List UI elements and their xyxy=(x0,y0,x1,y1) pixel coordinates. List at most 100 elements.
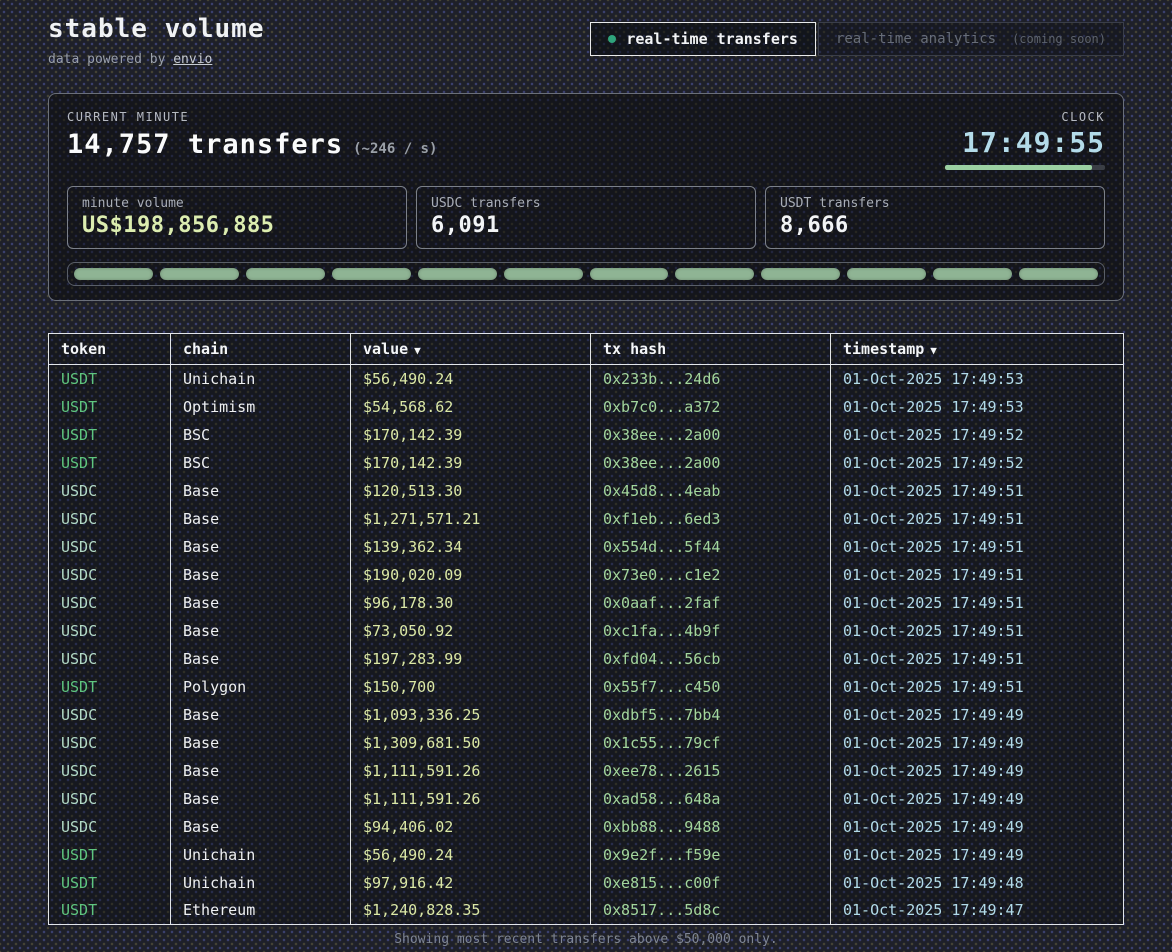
activity-segment xyxy=(1019,268,1098,280)
tx-hash-link[interactable]: 0x38ee...2a00 xyxy=(591,449,831,477)
value-cell: $120,513.30 xyxy=(351,477,591,505)
value-cell: $1,309,681.50 xyxy=(351,729,591,757)
envio-link[interactable]: envio xyxy=(173,52,212,67)
token-cell: USDC xyxy=(49,701,171,729)
token-cell: USDC xyxy=(49,645,171,673)
tx-hash-link[interactable]: 0x73e0...c1e2 xyxy=(591,561,831,589)
timestamp-cell: 01-Oct-2025 17:49:49 xyxy=(831,813,1124,841)
activity-segment xyxy=(590,268,669,280)
tx-hash-link[interactable]: 0x8517...5d8c xyxy=(591,897,831,925)
tx-hash-link[interactable]: 0x1c55...79cf xyxy=(591,729,831,757)
timestamp-cell: 01-Oct-2025 17:49:48 xyxy=(831,869,1124,897)
chain-cell: Base xyxy=(171,785,351,813)
table-row: USDT Unichain $56,490.24 0x233b...24d6 0… xyxy=(49,365,1124,393)
value-cell: $1,093,336.25 xyxy=(351,701,591,729)
column-header-chain: chain xyxy=(171,334,351,365)
timestamp-cell: 01-Oct-2025 17:49:49 xyxy=(831,729,1124,757)
table-row: USDT Unichain $97,916.42 0xe815...c00f 0… xyxy=(49,869,1124,897)
value-cell: $97,916.42 xyxy=(351,869,591,897)
table-row: USDT BSC $170,142.39 0x38ee...2a00 01-Oc… xyxy=(49,449,1124,477)
tx-hash-link[interactable]: 0x45d8...4eab xyxy=(591,477,831,505)
token-cell: USDC xyxy=(49,589,171,617)
table-row: USDT Unichain $56,490.24 0x9e2f...f59e 0… xyxy=(49,841,1124,869)
activity-segment xyxy=(847,268,926,280)
tx-hash-link[interactable]: 0x233b...24d6 xyxy=(591,365,831,393)
tx-hash-link[interactable]: 0xf1eb...6ed3 xyxy=(591,505,831,533)
table-row: USDT Optimism $54,568.62 0xb7c0...a372 0… xyxy=(49,393,1124,421)
value-cell: $150,700 xyxy=(351,673,591,701)
token-cell: USDC xyxy=(49,561,171,589)
column-header-token: token xyxy=(49,334,171,365)
activity-segment xyxy=(933,268,1012,280)
transfers-table-body: USDT Unichain $56,490.24 0x233b...24d6 0… xyxy=(49,365,1124,925)
token-cell: USDT xyxy=(49,869,171,897)
tx-hash-link[interactable]: 0x55f7...c450 xyxy=(591,673,831,701)
column-header-timestamp[interactable]: timestamp▼ xyxy=(831,334,1124,365)
chain-cell: Unichain xyxy=(171,869,351,897)
clock-block: CLOCK 17:49:55 xyxy=(945,110,1105,170)
timestamp-cell: 01-Oct-2025 17:49:49 xyxy=(831,785,1124,813)
column-header-value[interactable]: value▼ xyxy=(351,334,591,365)
page-title: stable volume xyxy=(48,14,265,44)
tx-hash-link[interactable]: 0xfd04...56cb xyxy=(591,645,831,673)
tx-hash-link[interactable]: 0xad58...648a xyxy=(591,785,831,813)
table-row: USDC Base $1,271,571.21 0xf1eb...6ed3 01… xyxy=(49,505,1124,533)
tab-real-time-analytics[interactable]: real-time analytics (coming soon) xyxy=(818,22,1124,56)
timestamp-cell: 01-Oct-2025 17:49:51 xyxy=(831,477,1124,505)
chain-cell: Base xyxy=(171,645,351,673)
token-cell: USDT xyxy=(49,393,171,421)
table-row: USDC Base $73,050.92 0xc1fa...4b9f 01-Oc… xyxy=(49,617,1124,645)
activity-segment xyxy=(332,268,411,280)
table-row: USDC Base $96,178.30 0x0aaf...2faf 01-Oc… xyxy=(49,589,1124,617)
clock-progress-fill xyxy=(945,165,1092,170)
token-cell: USDC xyxy=(49,813,171,841)
chain-cell: Base xyxy=(171,533,351,561)
tx-hash-link[interactable]: 0xbb88...9488 xyxy=(591,813,831,841)
clock-label: CLOCK xyxy=(945,110,1105,124)
table-row: USDC Base $190,020.09 0x73e0...c1e2 01-O… xyxy=(49,561,1124,589)
table-row: USDC Base $120,513.30 0x45d8...4eab 01-O… xyxy=(49,477,1124,505)
table-header-row: token chain value▼ tx hash timestamp▼ xyxy=(49,334,1124,365)
chain-cell: Base xyxy=(171,561,351,589)
tx-hash-link[interactable]: 0xb7c0...a372 xyxy=(591,393,831,421)
activity-segment xyxy=(74,268,153,280)
value-cell: $190,020.09 xyxy=(351,561,591,589)
token-cell: USDC xyxy=(49,617,171,645)
tx-hash-link[interactable]: 0xee78...2615 xyxy=(591,757,831,785)
timestamp-cell: 01-Oct-2025 17:49:51 xyxy=(831,533,1124,561)
table-row: USDT Ethereum $1,240,828.35 0x8517...5d8… xyxy=(49,897,1124,925)
clock-time: 17:49:55 xyxy=(945,126,1105,159)
transfers-table-section: token chain value▼ tx hash timestamp▼ US… xyxy=(48,333,1124,925)
transfers-summary: CURRENT MINUTE 14,757 transfers (~246 / … xyxy=(67,110,437,160)
current-minute-panel: CURRENT MINUTE 14,757 transfers (~246 / … xyxy=(48,93,1124,301)
timestamp-cell: 01-Oct-2025 17:49:52 xyxy=(831,449,1124,477)
timestamp-cell: 01-Oct-2025 17:49:47 xyxy=(831,897,1124,925)
tx-hash-link[interactable]: 0x38ee...2a00 xyxy=(591,421,831,449)
chain-cell: Unichain xyxy=(171,841,351,869)
tx-hash-link[interactable]: 0xe815...c00f xyxy=(591,869,831,897)
stat-label: minute volume xyxy=(82,196,392,211)
table-row: USDT Polygon $150,700 0x55f7...c450 01-O… xyxy=(49,673,1124,701)
chain-cell: Base xyxy=(171,505,351,533)
chain-cell: Base xyxy=(171,477,351,505)
sort-desc-icon: ▼ xyxy=(414,344,421,357)
tx-hash-link[interactable]: 0xc1fa...4b9f xyxy=(591,617,831,645)
transfers-count: 14,757 transfers xyxy=(67,129,343,160)
stat-box-usdt-transfers: USDT transfers 8,666 xyxy=(765,186,1105,249)
token-cell: USDT xyxy=(49,897,171,925)
chain-cell: Base xyxy=(171,757,351,785)
value-cell: $1,240,828.35 xyxy=(351,897,591,925)
value-cell: $170,142.39 xyxy=(351,421,591,449)
timestamp-cell: 01-Oct-2025 17:49:53 xyxy=(831,365,1124,393)
tab-real-time-transfers[interactable]: real-time transfers xyxy=(590,22,816,56)
tx-hash-link[interactable]: 0x9e2f...f59e xyxy=(591,841,831,869)
tx-hash-link[interactable]: 0x554d...5f44 xyxy=(591,533,831,561)
top-bar: stable volume data powered by envio real… xyxy=(48,14,1124,67)
tx-hash-link[interactable]: 0x0aaf...2faf xyxy=(591,589,831,617)
table-row: USDC Base $139,362.34 0x554d...5f44 01-O… xyxy=(49,533,1124,561)
subtitle-text: data powered by xyxy=(48,52,165,67)
activity-segment xyxy=(675,268,754,280)
token-cell: USDT xyxy=(49,841,171,869)
timestamp-cell: 01-Oct-2025 17:49:51 xyxy=(831,645,1124,673)
tx-hash-link[interactable]: 0xdbf5...7bb4 xyxy=(591,701,831,729)
